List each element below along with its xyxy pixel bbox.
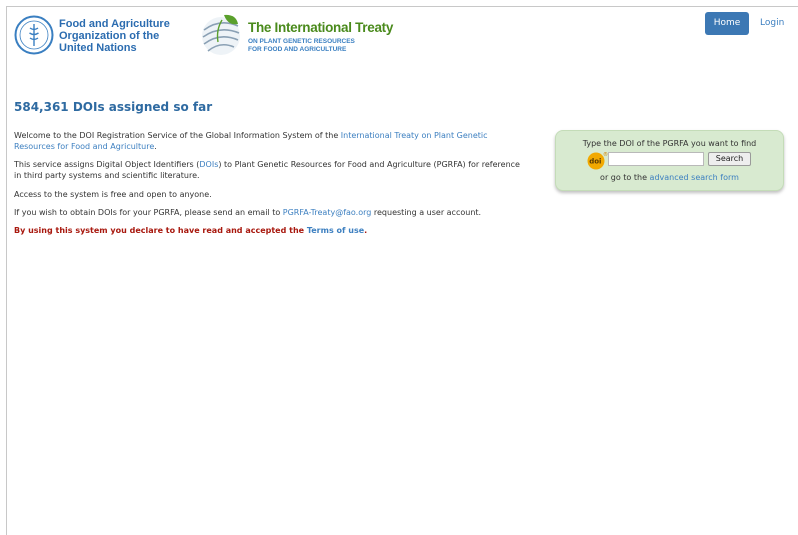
advanced-search-line: or go to the advanced search form (556, 173, 783, 182)
advanced-search-text: or go to the (600, 173, 650, 182)
service-paragraph: This service assigns Digital Object Iden… (14, 159, 526, 181)
terms-text: By using this system you declare to have… (14, 226, 307, 235)
search-button[interactable]: Search (708, 152, 751, 166)
doi-search-panel: Type the DOI of the PGRFA you want to fi… (555, 130, 784, 191)
terms-notice: By using this system you declare to have… (14, 225, 367, 236)
treaty-subtitle-line-2: FOR FOOD AND AGRICULTURE (248, 45, 347, 53)
terms-text-end: . (364, 226, 368, 235)
fao-name-line-1: Food and Agriculture (59, 18, 170, 30)
welcome-paragraph: Welcome to the DOI Registration Service … (14, 130, 526, 152)
main-content: 584,361 DOIs assigned so far Welcome to … (14, 100, 534, 235)
welcome-text-end: . (154, 142, 157, 151)
service-text: This service assigns Digital Object Iden… (14, 160, 200, 169)
fao-org-name[interactable]: Food and Agriculture Organization of the… (59, 18, 170, 54)
fao-name-line-2: Organization of the (59, 30, 160, 42)
access-paragraph: Access to the system is free and open to… (14, 190, 212, 199)
treaty-subtitle: ON PLANT GENETIC RESOURCES FOR FOOD AND … (248, 38, 355, 53)
treaty-logo-icon[interactable] (200, 12, 242, 58)
page-frame (6, 6, 798, 535)
treaty-title[interactable]: The International Treaty (248, 20, 393, 35)
doi-badge-text: doi (589, 158, 601, 166)
fao-logo-icon[interactable] (14, 15, 54, 55)
doi-badge-icon: doi ® (587, 151, 608, 170)
doi-count-heading: 584,361 DOIs assigned so far (14, 100, 213, 114)
login-link[interactable]: Login (760, 12, 784, 35)
terms-of-use-link[interactable]: Terms of use (307, 226, 364, 235)
dois-link[interactable]: DOIs (199, 160, 218, 169)
doi-search-input[interactable] (608, 152, 704, 166)
site-header: Food and Agriculture Organization of the… (14, 12, 790, 62)
home-button[interactable]: Home (705, 12, 749, 35)
email-link[interactable]: PGRFA-Treaty@fao.org (283, 208, 372, 217)
contact-paragraph: If you wish to obtain DOIs for your PGRF… (14, 207, 481, 218)
treaty-subtitle-line-1: ON PLANT GENETIC RESOURCES (248, 38, 355, 45)
welcome-text: Welcome to the DOI Registration Service … (14, 131, 341, 140)
advanced-search-link[interactable]: advanced search form (650, 173, 739, 182)
search-prompt: Type the DOI of the PGRFA you want to fi… (582, 139, 757, 148)
fao-name-line-3: United Nations (59, 42, 137, 54)
contact-text-end: requesting a user account. (371, 208, 482, 217)
contact-text: If you wish to obtain DOIs for your PGRF… (14, 208, 283, 217)
